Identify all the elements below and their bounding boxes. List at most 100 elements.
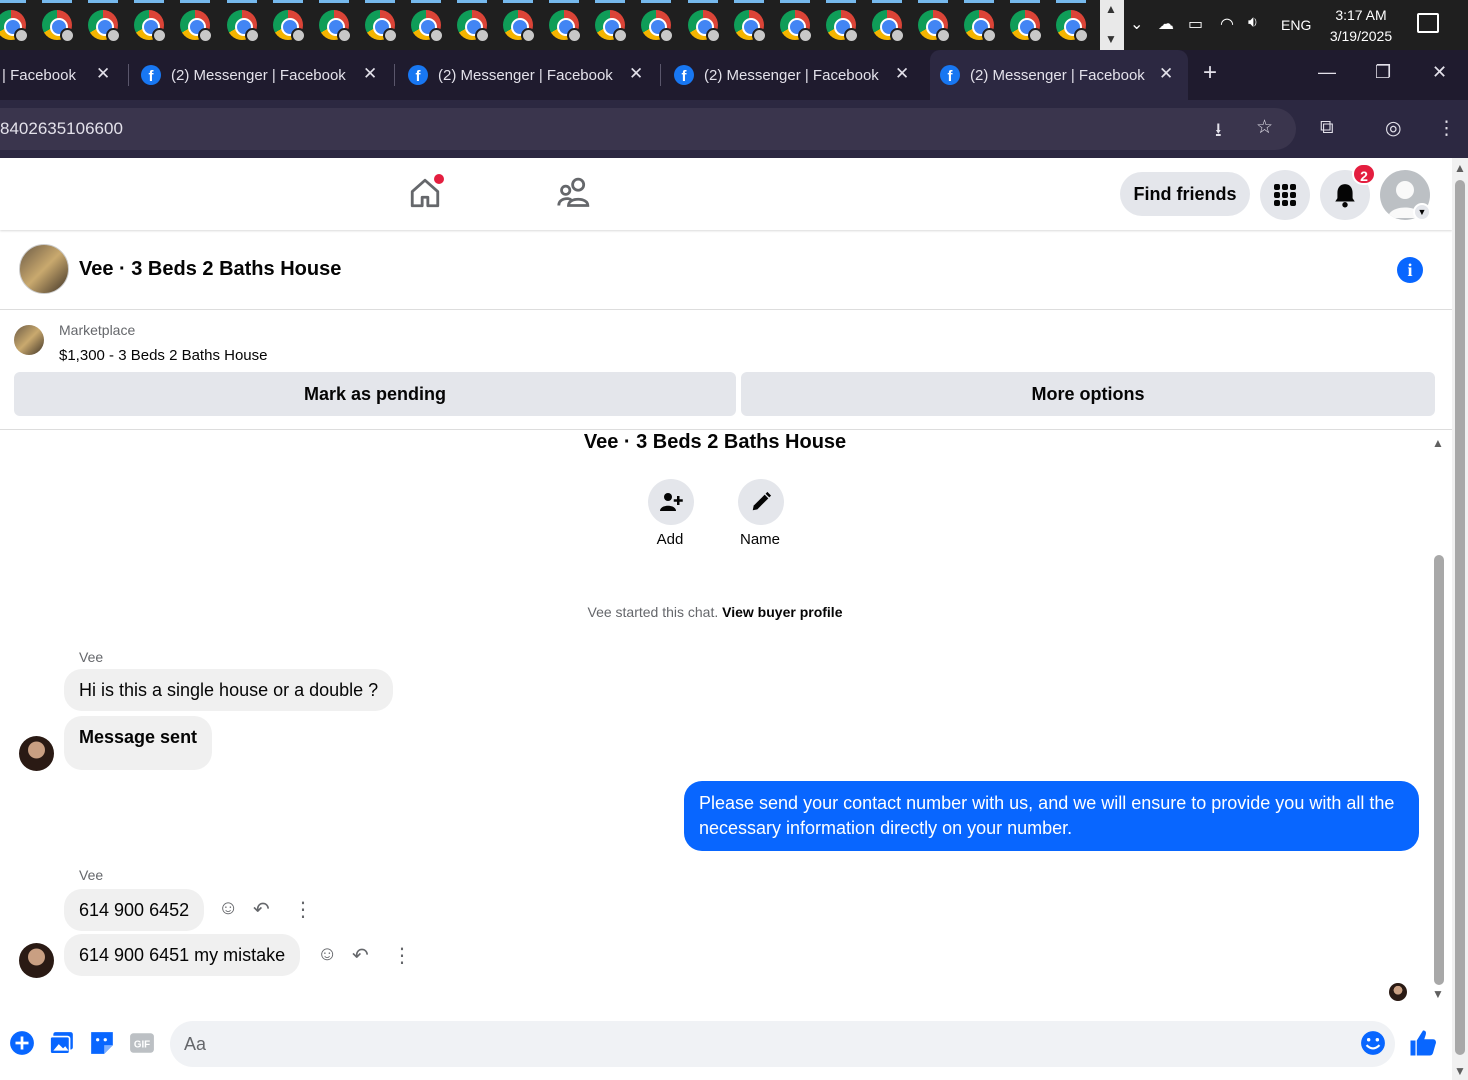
react-emoji-icon[interactable]: ☺ (317, 943, 337, 966)
taskbar-chrome-app[interactable] (916, 0, 951, 43)
wifi-icon[interactable]: ◠ (1220, 14, 1234, 34)
taskbar-chrome-app[interactable] (732, 0, 767, 43)
new-tab-icon[interactable]: + (1203, 59, 1217, 87)
address-bar[interactable]: 8402635106600 ⭳ ☆ (0, 108, 1296, 150)
scroll-up-icon[interactable]: ▲ (1454, 161, 1466, 175)
close-tab-icon[interactable]: ✕ (96, 64, 110, 84)
restore-window-icon[interactable]: ❐ (1375, 62, 1391, 83)
view-buyer-profile-link[interactable]: View buyer profile (722, 604, 842, 620)
browser-tab-1[interactable]: | Facebook ✕ (0, 50, 125, 100)
photo-icon[interactable] (49, 1030, 75, 1056)
sender-avatar[interactable] (19, 736, 54, 771)
clock[interactable]: 3:17 AM 3/19/2025 (1326, 5, 1396, 47)
browser-tab-3[interactable]: f (2) Messenger | Facebook ✕ (408, 50, 658, 100)
sticker-icon[interactable] (89, 1030, 115, 1056)
taskbar-chrome-app[interactable] (455, 0, 490, 43)
taskbar-chrome-app[interactable] (962, 0, 998, 43)
volume-icon[interactable]: 🔉︎ (1248, 14, 1258, 32)
sender-avatar[interactable] (19, 943, 54, 978)
chat-messages[interactable]: Vee · 3 Beds 2 Baths House Add Name Vee … (0, 431, 1452, 1011)
taskbar-chrome-app[interactable] (639, 0, 675, 43)
bookmark-star-icon[interactable]: ☆ (1256, 116, 1273, 139)
conversation-title[interactable]: Vee · 3 Beds 2 Baths House (79, 258, 341, 281)
taskbar-chrome-app[interactable] (686, 0, 721, 43)
message-input[interactable] (170, 1021, 1395, 1067)
close-tab-icon[interactable]: ✕ (629, 64, 643, 84)
browser-tab-active[interactable]: f (2) Messenger | Facebook ✕ (930, 50, 1188, 100)
chevron-down-icon[interactable]: ▼ (1413, 203, 1431, 221)
taskbar-chrome-app[interactable] (547, 0, 583, 43)
taskbar-chrome-app[interactable] (40, 0, 76, 43)
taskbar-chrome-app[interactable] (317, 0, 352, 43)
find-friends-button[interactable]: Find friends (1120, 172, 1250, 216)
taskbar-chrome-app[interactable] (225, 0, 260, 43)
taskbar-chrome-app[interactable] (593, 0, 629, 43)
taskbar-chrome-app[interactable] (178, 0, 214, 43)
conversation-avatar[interactable] (19, 244, 69, 294)
minimize-window-icon[interactable]: — (1318, 62, 1336, 83)
listing-title[interactable]: $1,300 - 3 Beds 2 Baths House (59, 347, 267, 364)
running-indicator (88, 0, 119, 3)
edit-name-button[interactable] (738, 479, 784, 525)
emoji-icon[interactable] (1360, 1030, 1386, 1056)
chevron-down-icon[interactable]: ▼ (1105, 32, 1117, 46)
language-indicator[interactable]: ENG (1281, 17, 1311, 33)
more-actions-icon[interactable]: ⋮ (293, 897, 313, 922)
chat-scroll-up-icon[interactable]: ▲ (1432, 436, 1444, 450)
plus-circle-icon[interactable] (9, 1030, 35, 1056)
react-emoji-icon[interactable]: ☺ (218, 897, 238, 920)
close-tab-icon[interactable]: ✕ (895, 64, 909, 84)
page-scrollbar-thumb[interactable] (1455, 180, 1465, 1055)
add-people-button[interactable] (648, 479, 694, 525)
taskbar-chrome-app[interactable] (778, 0, 813, 43)
info-icon[interactable]: i (1397, 257, 1423, 283)
taskbar-scroll[interactable]: ▲ ▼ (1100, 0, 1124, 50)
taskbar-chrome-app[interactable] (132, 0, 168, 43)
browser-tab-4[interactable]: f (2) Messenger | Facebook ✕ (674, 50, 924, 100)
mark-as-pending-button[interactable]: Mark as pending (14, 372, 736, 416)
taskbar-chrome-app[interactable] (86, 0, 122, 43)
reply-icon[interactable]: ↶ (253, 897, 270, 922)
taskbar-chrome-app[interactable] (363, 0, 398, 43)
incoming-message[interactable]: 614 900 6452 (64, 889, 205, 931)
close-tab-icon[interactable]: ✕ (363, 64, 377, 84)
taskbar-chrome-app[interactable] (824, 0, 859, 43)
incoming-message[interactable]: Message sent (64, 716, 213, 770)
friends-icon[interactable] (556, 176, 592, 210)
taskbar-chrome-app[interactable] (1008, 0, 1044, 43)
taskbar-chrome-app[interactable] (501, 0, 537, 43)
taskbar-chrome-app[interactable] (271, 0, 306, 43)
incoming-message[interactable]: 614 900 6451 my mistake (64, 934, 301, 976)
cloud-icon[interactable]: ☁ (1158, 14, 1174, 34)
profile-badge-icon (751, 28, 767, 43)
listing-thumbnail[interactable] (14, 325, 44, 355)
gif-icon[interactable]: GIF (129, 1030, 155, 1056)
more-actions-icon[interactable]: ⋮ (392, 943, 412, 968)
extensions-icon[interactable]: ⧉ (1320, 117, 1334, 139)
chat-scroll-down-icon[interactable]: ▼ (1432, 987, 1444, 1001)
reply-icon[interactable]: ↶ (352, 943, 369, 968)
profile-icon[interactable]: ◎ (1385, 117, 1402, 140)
taskbar-chrome-app[interactable] (0, 0, 29, 43)
outgoing-message[interactable]: Please send your contact number with us,… (684, 781, 1419, 851)
show-hidden-icons-icon[interactable]: ⌄ (1130, 14, 1143, 34)
install-app-icon[interactable]: ⭳ (1215, 116, 1222, 148)
taskbar-chrome-app[interactable] (870, 0, 905, 43)
scroll-down-icon[interactable]: ▼ (1454, 1064, 1466, 1078)
taskbar-chrome-app[interactable] (409, 0, 444, 43)
profile-badge-icon (336, 28, 352, 43)
thumbs-up-icon[interactable] (1408, 1028, 1438, 1058)
battery-icon[interactable]: ▭ (1188, 14, 1203, 34)
chevron-up-icon[interactable]: ▲ (1105, 2, 1117, 16)
browser-tab-2[interactable]: f (2) Messenger | Facebook ✕ (141, 50, 391, 100)
incoming-message[interactable]: Hi is this a single house or a double ? (64, 669, 394, 711)
chat-scrollbar-thumb[interactable] (1434, 555, 1444, 985)
browser-menu-icon[interactable]: ⋮ (1437, 117, 1456, 140)
more-options-button[interactable]: More options (741, 372, 1435, 416)
notification-center-icon[interactable] (1417, 13, 1439, 33)
taskbar-chrome-app[interactable] (1054, 0, 1090, 43)
menu-button[interactable] (1260, 170, 1310, 220)
url-text[interactable]: 8402635106600 (0, 119, 123, 139)
close-window-icon[interactable]: ✕ (1432, 62, 1447, 83)
close-tab-icon[interactable]: ✕ (1159, 64, 1173, 84)
